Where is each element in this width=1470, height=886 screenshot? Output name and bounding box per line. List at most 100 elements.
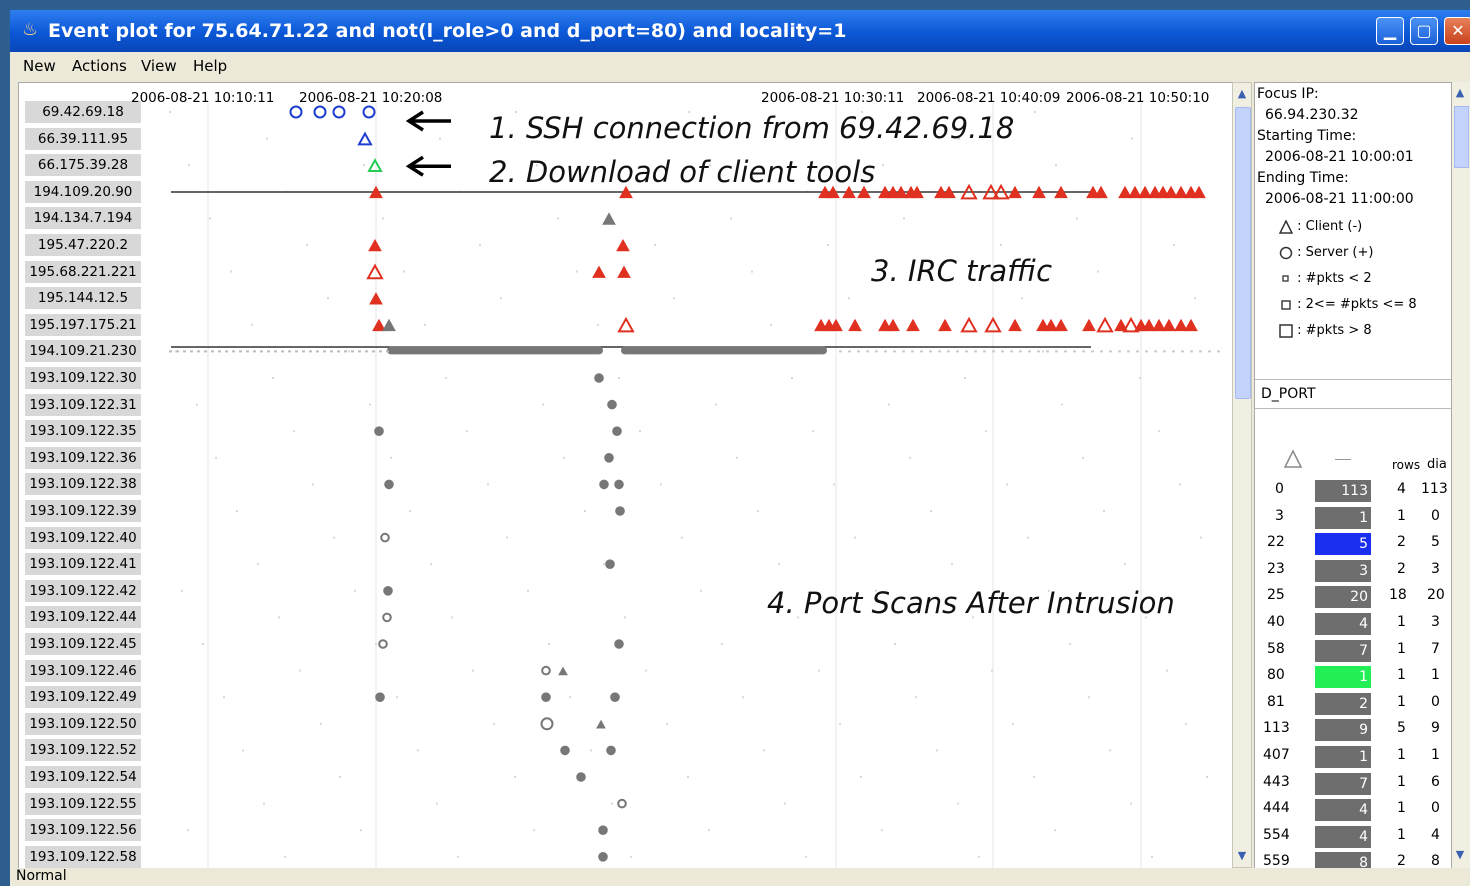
port-count-bar[interactable]: 9	[1315, 719, 1371, 742]
port-table-row[interactable]: 113 9 5 9	[1255, 718, 1451, 742]
ip-row-label[interactable]: 193.109.122.31	[25, 393, 141, 416]
ip-row-label[interactable]: 193.109.122.52	[25, 739, 141, 762]
port-table-row[interactable]: 443 7 1 6	[1255, 772, 1451, 796]
port-table-row[interactable]: 23 3 2 3	[1255, 559, 1451, 583]
port-table-row[interactable]: 58 7 1 7	[1255, 639, 1451, 663]
circle-marker	[382, 612, 392, 623]
port-count-bar[interactable]: 4	[1315, 613, 1371, 635]
port-count-bar[interactable]: 2	[1315, 692, 1371, 715]
annotation-port-scans: 4. Port Scans After Intrusion	[767, 586, 1175, 620]
menu-actions[interactable]: Actions	[72, 57, 127, 75]
ip-row-label[interactable]: 193.109.122.40	[25, 526, 141, 549]
port-count-bar[interactable]: 113	[1315, 480, 1371, 502]
ip-row-label[interactable]: 193.109.122.35	[25, 420, 141, 443]
ip-row-label[interactable]: 194.134.7.194	[25, 207, 141, 230]
port-table-row[interactable]: 0 113 4 113	[1255, 479, 1451, 503]
ip-row-label[interactable]: 193.109.122.36	[25, 446, 141, 469]
plot-vertical-scrollbar[interactable]: ▲ ▼	[1232, 82, 1252, 868]
scroll-thumb[interactable]	[1235, 107, 1251, 399]
ip-row-label[interactable]: 193.109.122.54	[25, 766, 141, 788]
port-table-row[interactable]: 40 4 1 3	[1255, 612, 1451, 636]
background-dot	[274, 350, 277, 353]
port-table-row[interactable]: 80 1 1 1	[1255, 665, 1451, 689]
ip-row-label[interactable]: 193.109.122.56	[25, 819, 141, 842]
port-table-row[interactable]: 25 20 18 20	[1255, 585, 1451, 609]
port-table-row[interactable]: 444 4 1 0	[1255, 798, 1451, 822]
background-dot	[288, 350, 291, 353]
port-table-row[interactable]: 22 5 2 5	[1255, 532, 1451, 556]
background-dot	[992, 350, 995, 353]
ip-row-label[interactable]: 193.109.122.46	[25, 659, 141, 682]
menu-view[interactable]: View	[141, 57, 177, 75]
port-count-bar[interactable]: 1	[1315, 506, 1371, 529]
ip-row-label[interactable]: 194.109.21.230	[25, 340, 141, 363]
ip-row-label[interactable]: 195.47.220.2	[25, 234, 141, 256]
ip-row-label[interactable]: 193.109.122.50	[25, 712, 141, 735]
background-dot	[330, 350, 333, 353]
event-plot-canvas[interactable]	[19, 83, 1233, 869]
scroll-down-icon[interactable]: ▼	[1234, 847, 1250, 865]
background-dot	[1091, 350, 1094, 353]
ip-row-label[interactable]: 193.109.122.55	[25, 792, 141, 815]
port-count-bar[interactable]: 3	[1315, 559, 1371, 582]
scroll-up-icon[interactable]: ▲	[1234, 85, 1250, 103]
menu-help[interactable]: Help	[193, 57, 227, 75]
port-count-bar[interactable]: 7	[1315, 772, 1371, 795]
ip-row-label[interactable]: 193.109.122.30	[25, 367, 141, 389]
timestamp-label: 2006-08-21 10:10:11	[131, 90, 275, 106]
background-dot	[860, 776, 862, 778]
scroll-down-icon[interactable]: ▼	[1452, 846, 1468, 864]
background-dot	[730, 217, 732, 220]
maximize-button[interactable]: ▢	[1410, 17, 1438, 45]
ip-row-label[interactable]: 66.175.39.28	[25, 154, 141, 177]
ip-row-label[interactable]: 193.109.122.39	[25, 500, 141, 522]
scroll-thumb[interactable]	[1454, 106, 1469, 168]
background-dot	[176, 350, 179, 353]
close-button[interactable]: ✕	[1444, 17, 1470, 45]
background-dot	[1033, 776, 1035, 778]
port-count-bar[interactable]: 4	[1315, 825, 1371, 848]
background-dot	[386, 350, 389, 353]
ip-row-label[interactable]: 193.109.122.41	[25, 553, 141, 576]
background-dot	[1124, 563, 1126, 566]
port-count-bar[interactable]: 7	[1315, 639, 1371, 662]
port-count-bar[interactable]: 1	[1315, 666, 1371, 689]
ip-row-label[interactable]: 195.68.221.221	[25, 260, 141, 283]
ip-row-label[interactable]: 193.109.122.42	[25, 579, 141, 602]
port-count-bar[interactable]: 4	[1315, 799, 1371, 822]
port-table-row[interactable]: 554 4 1 4	[1255, 825, 1451, 849]
info-panel: Focus IP: 66.94.230.32 Starting Time: 20…	[1254, 82, 1452, 870]
title-bar[interactable]: ♨ Event plot for 75.64.71.22 and not(l_r…	[10, 10, 1470, 52]
ending-time-label: Ending Time:	[1257, 170, 1349, 186]
scroll-up-icon[interactable]: ▲	[1452, 84, 1468, 102]
circle-marker	[380, 532, 390, 543]
ip-row-label[interactable]: 193.109.122.38	[25, 473, 141, 496]
background-dot	[266, 137, 268, 140]
ip-row-label[interactable]: 194.109.20.90	[25, 180, 141, 203]
info-panel-scrollbar[interactable]: ▲ ▼	[1452, 82, 1470, 868]
port-table-row[interactable]: 3 1 1 0	[1255, 506, 1451, 530]
background-dot	[805, 855, 807, 858]
event-plot-area[interactable]: 69.42.69.18 66.39.111.95 66.175.39.28 194.1…	[18, 82, 1234, 870]
ip-row-label[interactable]: 195.197.175.21	[25, 313, 141, 336]
minimize-button[interactable]: ▁	[1376, 17, 1404, 45]
menu-new[interactable]: New	[23, 57, 56, 75]
port-table-row[interactable]: 81 2 1 0	[1255, 692, 1451, 716]
ip-row-label[interactable]: 69.42.69.18	[25, 101, 141, 123]
ip-row-label[interactable]: 193.109.122.44	[25, 606, 141, 629]
field-selector[interactable]: D_PORT	[1255, 379, 1451, 409]
background-dot	[260, 350, 263, 353]
port-count-bar[interactable]: 1	[1315, 746, 1371, 768]
ip-row-label[interactable]: 195.144.12.5	[25, 287, 141, 310]
annotation-irc: 3. IRC traffic	[871, 254, 1053, 288]
ip-row-label[interactable]: 193.109.122.45	[25, 633, 141, 655]
background-dot	[348, 350, 350, 353]
background-dot	[791, 377, 793, 379]
ip-row-label[interactable]: 66.39.111.95	[25, 127, 141, 150]
ip-row-label[interactable]: 193.109.122.49	[25, 686, 141, 709]
port-count-bar[interactable]: 20	[1315, 586, 1371, 609]
port-table-row[interactable]: 407 1 1 1	[1255, 745, 1451, 769]
background-dot	[500, 297, 502, 300]
port-count-bar[interactable]: 5	[1315, 533, 1371, 556]
ip-row-label[interactable]: 193.109.122.58	[25, 845, 141, 868]
